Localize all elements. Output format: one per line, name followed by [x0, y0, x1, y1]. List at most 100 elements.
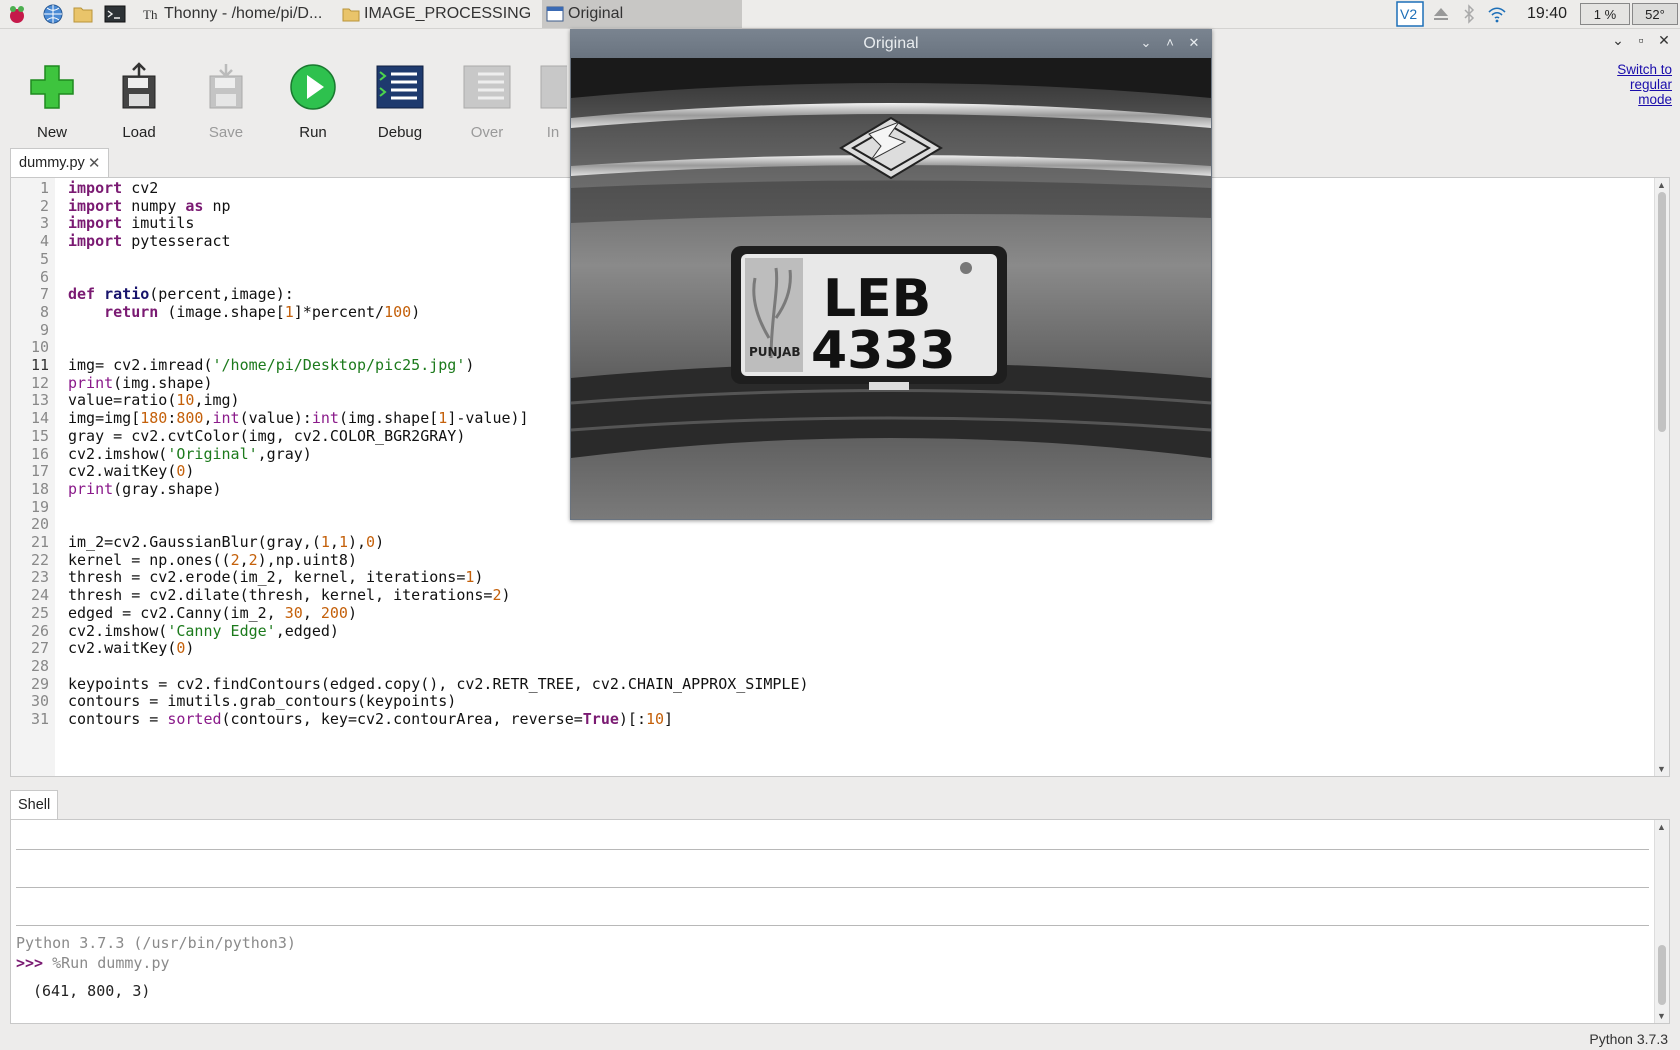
svg-text:Th: Th [143, 7, 158, 22]
bluetooth-icon[interactable] [1458, 3, 1480, 25]
code-line[interactable]: cv2.imshow('Original',gray) [68, 445, 312, 463]
tab-label: dummy.py [19, 155, 85, 171]
image-window-title[interactable]: Original [570, 29, 1212, 58]
load-label: Load [122, 124, 156, 141]
line-number: 10 [30, 338, 49, 357]
save-floppy-icon [209, 64, 243, 109]
shell-command: %Run dummy.py [52, 954, 170, 972]
code-line[interactable]: gray = cv2.cvtColor(img, cv2.COLOR_BGR2G… [68, 427, 465, 445]
code-line[interactable]: import imutils [68, 214, 194, 232]
code-line[interactable]: def ratio(percent,image): [68, 285, 294, 303]
shell-scroll-thumb[interactable] [1658, 945, 1666, 1005]
plate-region: PUNJAB [749, 345, 800, 359]
switch-mode-link[interactable]: Switch to regular mode [1600, 62, 1672, 107]
code-line[interactable]: cv2.waitKey(0) [68, 462, 194, 480]
line-number: 8 [39, 302, 49, 321]
clock[interactable]: 19:40 [1527, 5, 1567, 23]
code-line[interactable]: thresh = cv2.dilate(thresh, kernel, iter… [68, 586, 511, 604]
step-into-icon [540, 65, 567, 109]
scroll-down-icon[interactable]: ▼ [1657, 764, 1666, 774]
code-line[interactable]: cv2.imshow('Canny Edge',edged) [68, 622, 339, 640]
tab-close-icon[interactable]: ✕ [88, 154, 101, 172]
scroll-up-icon[interactable]: ▲ [1657, 180, 1666, 190]
svg-text:V2: V2 [1400, 6, 1417, 22]
code-line[interactable]: print(img.shape) [68, 374, 213, 392]
code-line[interactable]: return (image.shape[1]*percent/100) [68, 303, 420, 321]
image-window-close-icon[interactable]: ✕ [1186, 35, 1202, 51]
run-button[interactable]: Run [278, 62, 348, 141]
code-line[interactable]: print(gray.shape) [68, 480, 222, 498]
code-line[interactable]: kernel = np.ones((2,2),np.uint8) [68, 551, 357, 569]
task-original[interactable]: Original [542, 0, 742, 28]
image-window-maximize-icon[interactable]: ˄ [1162, 35, 1178, 50]
code-line[interactable]: import numpy as np [68, 197, 231, 215]
new-button[interactable]: New [17, 62, 87, 141]
editor-scrollbar[interactable]: ▲ ▼ [1654, 178, 1669, 776]
interpreter-label[interactable]: Python 3.7.3 [1589, 1031, 1668, 1047]
editor-scroll-thumb[interactable] [1658, 192, 1666, 432]
line-number: 16 [30, 444, 49, 463]
code-line[interactable]: keypoints = cv2.findContours(edged.copy(… [68, 675, 809, 693]
minimize-icon[interactable]: ⌄ [1609, 32, 1627, 49]
run-label: Run [299, 124, 327, 141]
line-number: 29 [30, 674, 49, 693]
run-play-icon [290, 64, 336, 110]
code-line[interactable]: im_2=cv2.GaussianBlur(gray,(1,1),0) [68, 533, 384, 551]
thonny-icon: Th [143, 7, 158, 22]
line-number: 31 [30, 710, 49, 728]
line-number: 11 [30, 356, 49, 374]
image-window[interactable]: Original ⌄ ˄ ✕ LEB 4333 PUNJAB [570, 29, 1212, 520]
code-line[interactable]: edged = cv2.Canny(im_2, 30, 200) [68, 604, 357, 622]
shell-tab-label: Shell [18, 797, 51, 813]
save-button[interactable]: Save [191, 62, 261, 141]
tab-dummy-py[interactable]: dummy.py ✕ [10, 148, 110, 177]
code-line[interactable]: contours = sorted(contours, key=cv2.cont… [68, 710, 673, 728]
shell-scroll-up-icon[interactable]: ▲ [1657, 822, 1666, 832]
raspberry-menu-icon[interactable] [6, 3, 28, 25]
code-line[interactable]: img=img[180:800,int(value):int(img.shape… [68, 409, 529, 427]
load-button[interactable]: Load [104, 62, 174, 141]
terminal-icon[interactable] [104, 3, 126, 25]
vnc-icon[interactable]: V2 [1396, 1, 1424, 27]
shell-divider [16, 887, 1649, 888]
shell-prompt: >>> [16, 954, 44, 972]
code-line[interactable]: cv2.waitKey(0) [68, 639, 194, 657]
shell-scroll-down-icon[interactable]: ▼ [1657, 1011, 1666, 1021]
step-into-button[interactable]: In [539, 62, 567, 141]
cpu-monitor[interactable]: 1 % [1580, 3, 1630, 25]
eject-icon[interactable] [1430, 3, 1452, 25]
browser-icon[interactable] [42, 3, 64, 25]
shell-scrollbar[interactable]: ▲ ▼ [1654, 820, 1669, 1023]
code-line[interactable]: contours = imutils.grab_contours(keypoin… [68, 692, 456, 710]
plate-line2: 4333 [811, 321, 956, 381]
wifi-icon[interactable] [1486, 3, 1508, 25]
line-number: 21 [30, 533, 49, 551]
debug-label: Debug [377, 124, 423, 141]
file-manager-icon[interactable] [72, 3, 94, 25]
task-thonny[interactable]: Th Thonny - /home/pi/D... [142, 0, 338, 28]
code-line[interactable]: value=ratio(10,img) [68, 391, 240, 409]
code-line[interactable]: thresh = cv2.erode(im_2, kernel, iterati… [68, 568, 483, 586]
shell-panel[interactable]: Python 3.7.3 (/usr/bin/python3) >>> %Run… [10, 819, 1670, 1024]
code-line[interactable]: img= cv2.imread('/home/pi/Desktop/pic25.… [68, 356, 474, 374]
debug-button[interactable]: Debug [365, 62, 435, 141]
code-line[interactable]: import cv2 [68, 179, 158, 197]
line-number: 20 [30, 515, 49, 534]
code-line[interactable]: import pytesseract [68, 232, 231, 250]
shell-divider [16, 849, 1649, 850]
line-number: 5 [39, 249, 49, 268]
task-thonny-label: Thonny - /home/pi/D... [164, 5, 323, 22]
temperature-monitor[interactable]: 52° [1632, 3, 1678, 25]
debug-icon [376, 65, 424, 109]
close-icon[interactable]: ✕ [1655, 32, 1673, 49]
shell-version-line: Python 3.7.3 (/usr/bin/python3) [16, 934, 296, 952]
maximize-icon[interactable]: ▫ [1632, 32, 1650, 48]
taskbar: Th Thonny - /home/pi/D... IMAGE_PROCESSI… [0, 0, 1680, 29]
tab-shell[interactable]: Shell [10, 790, 59, 819]
new-label: New [36, 124, 67, 141]
status-bar: Python 3.7.3 [0, 1028, 1680, 1050]
step-over-button[interactable]: Over [452, 62, 522, 141]
image-window-minimize-icon[interactable]: ⌄ [1138, 35, 1154, 51]
task-image-processing[interactable]: IMAGE_PROCESSING [342, 0, 532, 28]
line-number-gutter: 1 2 3 4 5 6 7 8 9 10 11 12 13 14 15 16 17 18 19 20 21 22 23 24 2… [11, 178, 55, 776]
